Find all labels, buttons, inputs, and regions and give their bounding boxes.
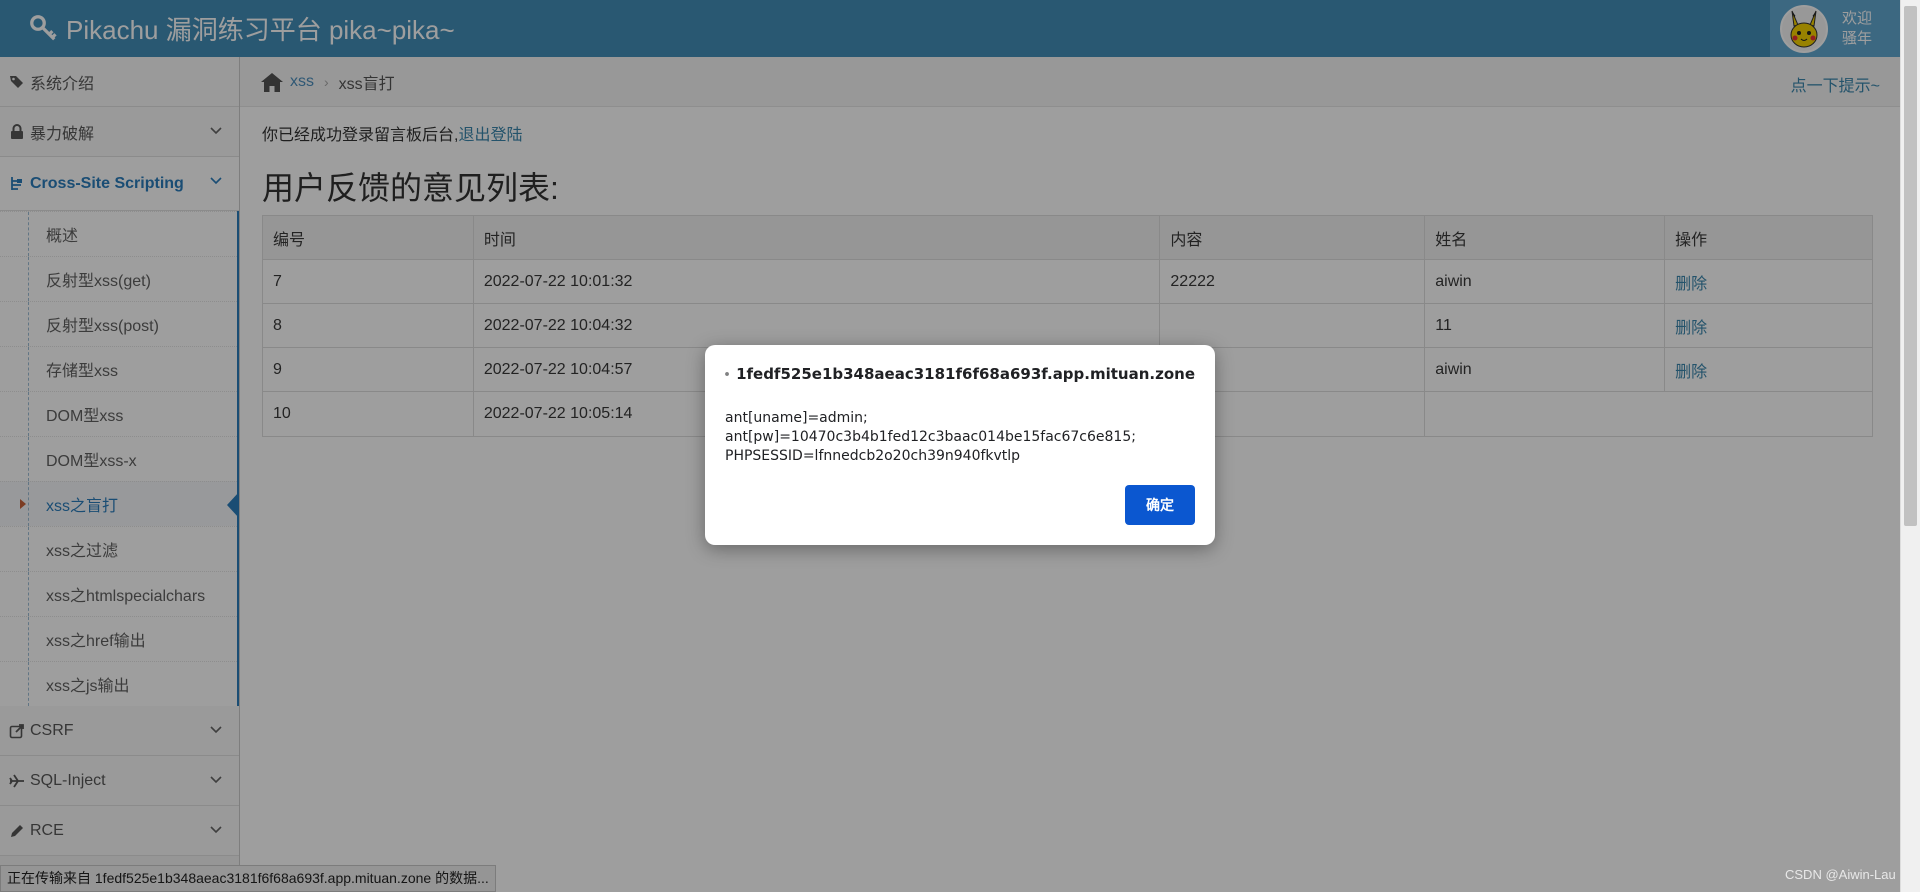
watermark: CSDN @Aiwin-Lau	[1785, 867, 1896, 882]
scrollbar-thumb[interactable]	[1904, 6, 1917, 526]
ok-button[interactable]: 确定	[1125, 485, 1195, 525]
alert-dialog: 1fedf525e1b348aeac3181f6f68a693f.app.mit…	[705, 345, 1215, 545]
dialog-message: ant[uname]=admin; ant[pw]=10470c3b4b1fed…	[725, 410, 1136, 464]
dialog-origin-text: 1fedf525e1b348aeac3181f6f68a693f.app.mit…	[736, 365, 1195, 383]
globe-icon	[725, 372, 729, 376]
page-scrollbar[interactable]	[1900, 0, 1920, 892]
dialog-origin: 1fedf525e1b348aeac3181f6f68a693f.app.mit…	[725, 365, 1195, 383]
